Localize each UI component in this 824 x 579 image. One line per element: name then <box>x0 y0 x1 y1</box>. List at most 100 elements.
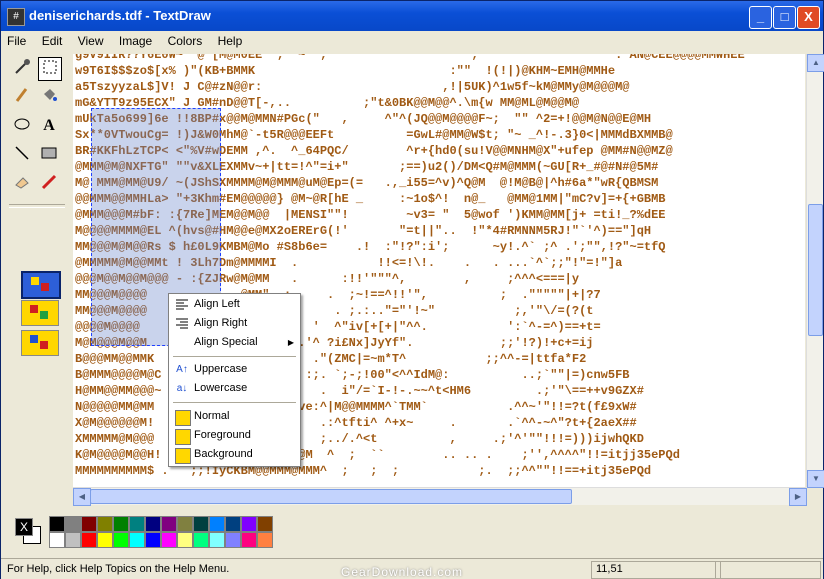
watermark: GearDownload.com <box>341 565 464 579</box>
color-swatch[interactable] <box>225 516 241 532</box>
color-swatch[interactable] <box>209 516 225 532</box>
menu-item-normal[interactable]: Normal <box>171 408 298 426</box>
color-swatch[interactable] <box>49 516 65 532</box>
color-swatch[interactable] <box>81 532 97 548</box>
menu-item-background[interactable]: Background <box>171 446 298 464</box>
fill-bucket-icon[interactable] <box>38 86 60 108</box>
scroll-up-icon[interactable]: ▲ <box>807 54 824 72</box>
align-right-icon <box>175 317 189 331</box>
canvas-line: H@MM@@MM@@@~ MM| ; . i"/=`I-!-.~~^t<HM6 … <box>75 384 644 398</box>
ellipse-icon[interactable] <box>11 115 33 137</box>
toolbox: A <box>5 54 65 508</box>
horizontal-scroll-thumb[interactable] <box>90 489 572 504</box>
title-bar[interactable]: # deniserichards.tdf - TextDraw _ □ X <box>1 1 823 31</box>
color-swatch[interactable] <box>161 532 177 548</box>
eraser-icon[interactable] <box>11 173 33 195</box>
align-right-shape <box>176 318 188 329</box>
canvas-line: MMMMMMMMMM$ . ;;!IyCKBM@@MMM@MMM^ ; ; ; … <box>75 464 652 478</box>
menu-item-uppercase[interactable]: A↑ Uppercase <box>171 361 298 379</box>
menu-separator <box>173 402 296 403</box>
canvas-line: a5TszyyzaL$]V! J C@#zN@@r: ,!|5UK)^1w5f~… <box>75 80 630 94</box>
mode-swatch <box>41 283 49 291</box>
brush-shape <box>41 174 57 190</box>
color-swatch[interactable] <box>193 516 209 532</box>
menu-item-label: Lowercase <box>194 382 248 394</box>
menu-item-label: Align Left <box>194 298 240 310</box>
color-swatch[interactable] <box>177 516 193 532</box>
color-swatch[interactable] <box>241 532 257 548</box>
mode-normal-icon <box>175 410 191 426</box>
vertical-scroll-thumb[interactable] <box>808 204 823 336</box>
color-swatch[interactable] <box>65 516 81 532</box>
color-swatch[interactable] <box>241 516 257 532</box>
color-swatch[interactable] <box>177 532 193 548</box>
pencil-shape <box>15 88 28 102</box>
color-swatch[interactable] <box>209 532 225 548</box>
color-swatch[interactable] <box>257 532 273 548</box>
align-left-icon <box>175 298 189 312</box>
canvas-line: XMMMMM@M@@@ @@@@@ ;../.^<t , .;'^'""!!!=… <box>75 432 644 446</box>
menu-edit[interactable]: Edit <box>36 31 69 51</box>
line-icon[interactable] <box>11 144 33 166</box>
text-icon[interactable]: A <box>38 115 60 137</box>
menu-item-align-left[interactable]: Align Left <box>171 296 298 314</box>
mode-swatch <box>30 305 38 313</box>
color-swatch[interactable] <box>49 532 65 548</box>
menu-item-lowercase[interactable]: a↓ Lowercase <box>171 380 298 398</box>
color-swatch[interactable] <box>145 532 161 548</box>
mode-normal-button[interactable] <box>21 271 61 299</box>
mode-swatch <box>40 341 48 349</box>
menu-item-align-right[interactable]: Align Right <box>171 315 298 333</box>
scroll-right-icon[interactable]: ▶ <box>789 488 807 506</box>
canvas-line: w9T6I$$$zo$[x% )"(KB+BMMK :"" !(!|)@KHM~… <box>75 64 616 78</box>
minimize-button[interactable]: _ <box>749 6 772 29</box>
color-swatch[interactable] <box>145 516 161 532</box>
color-swatch[interactable] <box>193 532 209 548</box>
fill-bucket-shape <box>44 89 57 101</box>
menu-image[interactable]: Image <box>113 31 158 51</box>
color-swatch[interactable] <box>97 516 113 532</box>
select-rect-icon[interactable] <box>38 57 62 81</box>
current-colors[interactable]: X <box>13 516 41 546</box>
color-swatch[interactable] <box>97 532 113 548</box>
color-swatch[interactable] <box>113 516 129 532</box>
color-swatch[interactable] <box>225 532 241 548</box>
mode-swatch <box>31 277 39 285</box>
close-button[interactable]: X <box>797 6 820 29</box>
menu-item-align-special[interactable]: Align Special ▶ <box>171 334 298 352</box>
pencil-icon[interactable] <box>11 86 33 108</box>
canvas-line: K@M@@@@M@@H! ~. "!!CAh2M@YH8@M@@M ^ ; ``… <box>75 448 680 462</box>
menu-file[interactable]: File <box>1 31 32 51</box>
horizontal-scrollbar[interactable]: ◀ ▶ <box>73 487 807 506</box>
color-swatch[interactable] <box>113 532 129 548</box>
maximize-button[interactable]: □ <box>773 6 796 29</box>
app-window: # deniserichards.tdf - TextDraw _ □ X Fi… <box>0 0 824 579</box>
color-swatch[interactable] <box>65 532 81 548</box>
scroll-left-icon[interactable]: ◀ <box>73 488 91 506</box>
mode-foreground-button[interactable] <box>21 300 59 326</box>
menu-item-foreground[interactable]: Foreground <box>171 427 298 445</box>
vertical-scrollbar[interactable]: ▲ ▼ <box>806 54 824 488</box>
canvas-line: B@MMM@@@@M@C @? . :;. `;-;!00"<^^IdM@: .… <box>75 368 630 382</box>
brush-icon[interactable] <box>38 173 60 195</box>
menu-bar: File Edit View Image Colors Help <box>1 31 823 51</box>
current-foreground-color[interactable]: X <box>15 518 33 536</box>
color-swatch[interactable] <box>81 516 97 532</box>
mode-swatch <box>40 311 48 319</box>
mode-background-button[interactable] <box>21 330 59 356</box>
mode-swatch <box>30 335 38 343</box>
app-icon[interactable]: # <box>7 8 25 26</box>
menu-view[interactable]: View <box>72 31 110 51</box>
menu-item-label: Normal <box>194 410 230 422</box>
color-swatch[interactable] <box>161 516 177 532</box>
color-swatch[interactable] <box>129 532 145 548</box>
menu-colors[interactable]: Colors <box>162 31 209 51</box>
scroll-down-icon[interactable]: ▼ <box>807 470 824 488</box>
rectangle-icon[interactable] <box>38 144 60 166</box>
color-swatch[interactable] <box>257 516 273 532</box>
context-menu: Align Left Align Right Align Special ▶ A… <box>168 293 301 467</box>
status-pane-empty <box>715 561 821 579</box>
eyedropper-icon[interactable] <box>11 58 33 80</box>
menu-help[interactable]: Help <box>212 31 249 51</box>
color-swatch[interactable] <box>129 516 145 532</box>
